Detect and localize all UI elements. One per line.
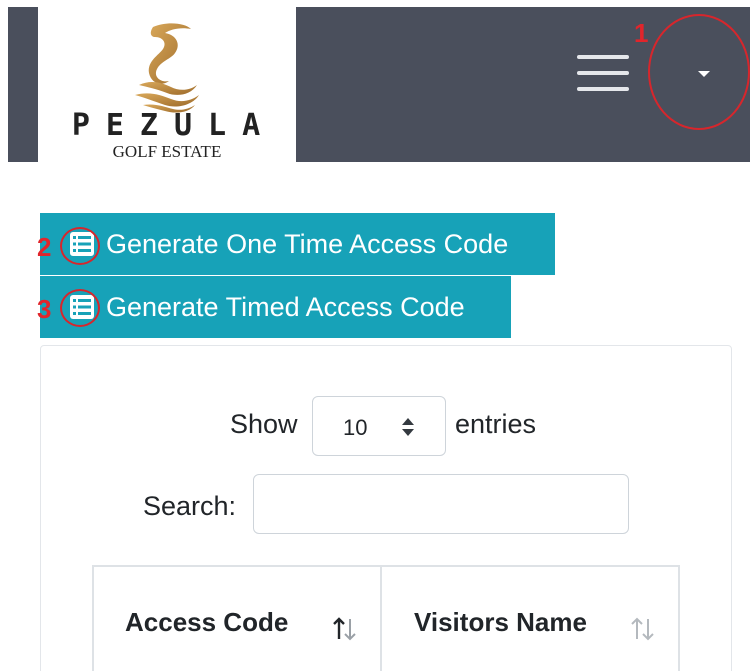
annotation-number-1: 1 bbox=[634, 18, 649, 48]
column-label: Access Code bbox=[125, 607, 289, 637]
generate-timed-code-button[interactable]: Generate Timed Access Code bbox=[40, 276, 511, 338]
show-label: Show bbox=[230, 409, 298, 439]
entries-label: entries bbox=[455, 409, 537, 439]
search-input[interactable] bbox=[253, 474, 629, 534]
search-label: Search: bbox=[143, 491, 237, 521]
column-header-access-code[interactable]: Access Code bbox=[94, 567, 382, 671]
generate-one-time-code-label: Generate One Time Access Code bbox=[106, 228, 509, 259]
page-size-select[interactable]: 10 bbox=[312, 396, 446, 456]
page-size-value: 10 bbox=[343, 415, 368, 440]
heron-logo-icon bbox=[135, 23, 199, 113]
list-icon bbox=[70, 232, 94, 256]
logo-wordmark: PEZULA bbox=[71, 108, 277, 143]
generate-one-time-code-button[interactable]: Generate One Time Access Code bbox=[40, 213, 555, 275]
sort-icon bbox=[333, 617, 356, 641]
sort-icon bbox=[631, 617, 654, 641]
logo-subtitle: GOLF ESTATE bbox=[112, 142, 222, 161]
hamburger-icon[interactable] bbox=[577, 55, 629, 93]
logo[interactable]: PEZULA GOLF ESTATE bbox=[38, 7, 296, 162]
list-icon bbox=[70, 295, 94, 319]
sort-arrows-icon bbox=[402, 418, 414, 436]
column-label: Visitors Name bbox=[414, 607, 587, 637]
access-codes-table: Access Code Visitors Name bbox=[92, 565, 680, 671]
annotation-number-3: 3 bbox=[37, 294, 52, 324]
caret-down-icon bbox=[698, 71, 710, 77]
user-dropdown-toggle[interactable] bbox=[688, 57, 722, 91]
annotation-number-2: 2 bbox=[37, 232, 52, 262]
column-header-visitors-name[interactable]: Visitors Name bbox=[384, 567, 680, 671]
generate-timed-code-label: Generate Timed Access Code bbox=[106, 291, 465, 322]
